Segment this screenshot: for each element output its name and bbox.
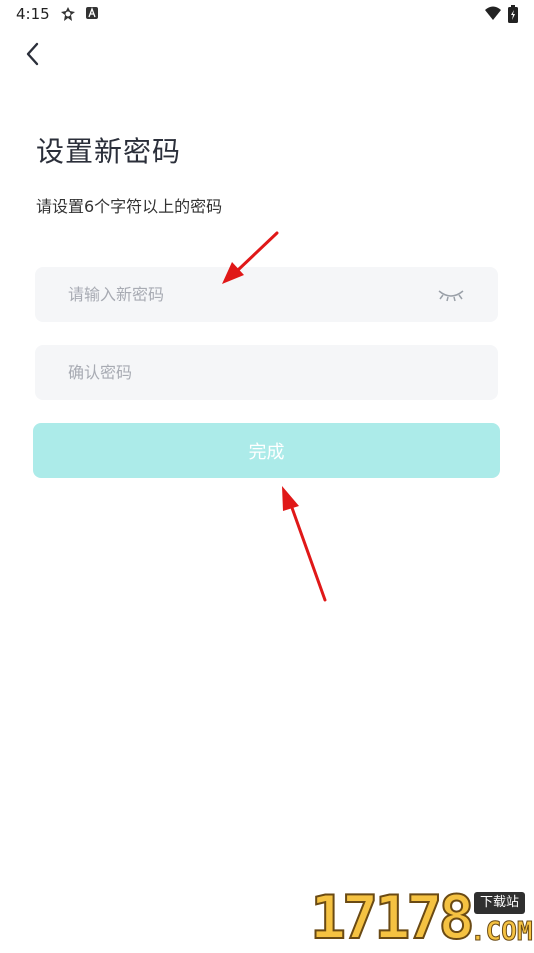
- wifi-icon: [485, 6, 501, 20]
- battery-charging-icon: [508, 5, 518, 23]
- confirm-password-field[interactable]: [35, 345, 498, 400]
- status-bar: 4:15: [0, 0, 534, 28]
- annotation-arrow-button: [282, 486, 327, 602]
- confirm-password-input[interactable]: [68, 345, 428, 400]
- watermark-digits: 17178: [309, 883, 476, 953]
- site-watermark: 17178 下载站 .COM: [309, 883, 534, 953]
- page-title: 设置新密码: [36, 135, 182, 168]
- done-button[interactable]: 完成: [33, 423, 500, 478]
- eye-closed-icon[interactable]: [437, 287, 465, 303]
- sync-icon: [61, 7, 75, 21]
- watermark-suffix: .COM: [470, 917, 534, 948]
- watermark-badge: 下载站: [474, 892, 526, 914]
- new-password-input[interactable]: [68, 267, 428, 322]
- page-subtitle: 请设置6个字符以上的密码: [36, 197, 223, 216]
- a-notification-icon: [86, 7, 98, 19]
- status-time: 4:15: [16, 5, 50, 23]
- new-password-field[interactable]: [35, 267, 498, 322]
- chevron-left-icon: [26, 42, 39, 66]
- back-button[interactable]: [20, 40, 48, 68]
